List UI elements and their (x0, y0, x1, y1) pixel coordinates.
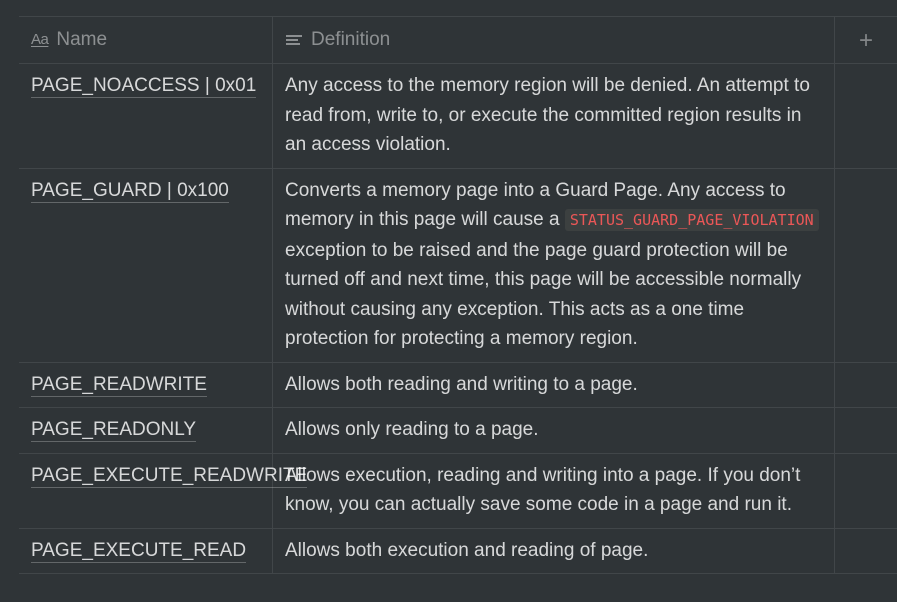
column-header-definition-label: Definition (311, 29, 391, 50)
name-text[interactable]: PAGE_EXECUTE_READ (31, 539, 247, 563)
table-row[interactable]: PAGE_NOACCESS | 0x01 Any access to the m… (19, 64, 897, 169)
table-header-row: Aa Name Definition + (19, 16, 897, 64)
definition-cell[interactable]: Allows execution, reading and writing in… (273, 453, 835, 528)
add-column-button[interactable]: + (835, 17, 897, 63)
name-text[interactable]: PAGE_GUARD | 0x100 (31, 179, 229, 203)
name-text[interactable]: PAGE_READONLY (31, 419, 197, 442)
name-text[interactable]: PAGE_EXECUTE_READWRITE (31, 464, 308, 488)
table-row[interactable]: PAGE_READONLY Allows only reading to a p… (19, 408, 897, 454)
empty-cell (835, 169, 897, 362)
definition-cell[interactable]: Any access to the memory region will be … (273, 64, 835, 168)
definition-text: exception to be raised and the page guar… (285, 239, 802, 350)
empty-cell (835, 454, 897, 528)
definition-cell[interactable]: Converts a memory page into a Guard Page… (273, 168, 835, 362)
empty-cell (835, 363, 897, 408)
name-cell[interactable]: PAGE_NOACCESS | 0x01 (19, 64, 273, 168)
table-row[interactable]: PAGE_GUARD | 0x100 Converts a memory pag… (19, 168, 897, 363)
empty-cell (835, 64, 897, 168)
column-header-name-label: Name (56, 29, 108, 50)
memory-protection-table: Aa Name Definition + PAGE_NOACCESS | 0x0… (19, 16, 897, 574)
inline-code: STATUS_GUARD_PAGE_VIOLATION (564, 209, 819, 231)
table-row[interactable]: PAGE_EXECUTE_READWRITE Allows execution,… (19, 453, 897, 529)
table-row[interactable]: PAGE_READWRITE Allows both reading and w… (19, 362, 897, 408)
column-header-name[interactable]: Aa Name (19, 17, 273, 63)
column-header-definition[interactable]: Definition (273, 17, 835, 63)
name-cell[interactable]: PAGE_READWRITE (19, 362, 273, 407)
definition-cell[interactable]: Allows only reading to a page. (273, 408, 835, 453)
text-property-icon: Aa (31, 31, 49, 48)
definition-cell[interactable]: Allows both execution and reading of pag… (273, 528, 835, 573)
name-text[interactable]: PAGE_READWRITE (31, 373, 207, 397)
definition-cell[interactable]: Allows both reading and writing to a pag… (273, 362, 835, 407)
name-cell[interactable]: PAGE_EXECUTE_READWRITE (19, 453, 308, 528)
empty-cell (835, 529, 897, 574)
name-text[interactable]: PAGE_NOACCESS | 0x01 (31, 75, 257, 98)
table-row[interactable]: PAGE_EXECUTE_READ Allows both execution … (19, 528, 897, 574)
name-cell[interactable]: PAGE_EXECUTE_READ (19, 528, 273, 573)
empty-cell (835, 408, 897, 453)
text-lines-icon (286, 34, 302, 45)
name-cell[interactable]: PAGE_GUARD | 0x100 (19, 168, 273, 362)
name-cell[interactable]: PAGE_READONLY (19, 408, 273, 453)
